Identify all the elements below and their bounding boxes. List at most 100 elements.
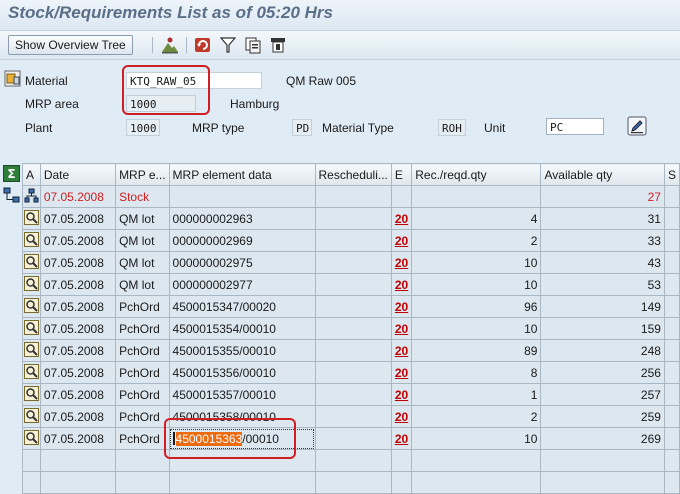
empty-cell xyxy=(540,449,665,472)
row-exception[interactable]: 20 xyxy=(390,295,413,318)
magnifier-icon[interactable] xyxy=(23,209,39,225)
row-element-data[interactable]: 000000002975 xyxy=(168,251,316,274)
column-header-mrp-element-data[interactable]: MRP element data xyxy=(168,163,316,186)
row-exception[interactable]: 20 xyxy=(390,383,413,406)
row-exception[interactable]: 20 xyxy=(390,427,413,450)
row-date: 07.05.2008 xyxy=(39,207,117,230)
magnifier-icon[interactable] xyxy=(23,407,39,423)
empty-cell xyxy=(314,471,392,494)
row-rec-reqd-qty: 10 xyxy=(411,273,542,296)
table-row[interactable]: 07.05.2008 PchOrd 4500015357/00010 20 1 257 xyxy=(22,383,680,406)
row-element-data[interactable]: 4500015357/00010 xyxy=(168,383,316,406)
mrp-type-field[interactable]: PD xyxy=(292,119,312,136)
row-detail-cell[interactable] xyxy=(22,339,41,362)
table-row[interactable]: 07.05.2008 Stock 27 xyxy=(22,185,680,208)
row-date: 07.05.2008 xyxy=(39,427,117,450)
table-row[interactable]: 07.05.2008 PchOrd 4500015347/00020 20 96 149 xyxy=(22,295,680,318)
magnifier-icon[interactable] xyxy=(23,231,39,247)
row-element-data[interactable]: 000000002969 xyxy=(168,229,316,252)
column-header-s[interactable]: S xyxy=(663,163,680,186)
material-label: Material xyxy=(25,74,68,88)
row-detail-cell[interactable] xyxy=(22,207,41,230)
plant-field[interactable]: 1000 xyxy=(126,119,160,136)
sum-icon[interactable]: Σ xyxy=(3,165,20,182)
edit-icon[interactable] xyxy=(627,116,647,136)
copy-icon[interactable] xyxy=(243,35,263,55)
row-exception[interactable]: 20 xyxy=(390,405,413,428)
row-exception[interactable]: 20 xyxy=(390,317,413,340)
magnifier-icon[interactable] xyxy=(23,363,39,379)
column-header-available-qty[interactable]: Available qty xyxy=(540,163,665,186)
table-row[interactable]: 07.05.2008 QM lot 000000002977 20 10 53 xyxy=(22,273,680,296)
row-element-data[interactable]: 000000002977 xyxy=(168,273,316,296)
row-element-data[interactable]: 000000002963 xyxy=(168,207,316,230)
row-rescheduling xyxy=(314,317,392,340)
row-s xyxy=(663,427,680,450)
table-row[interactable]: 07.05.2008 QM lot 000000002975 20 10 43 xyxy=(22,251,680,274)
table-row[interactable]: 07.05.2008 PchOrd 4500015354/00010 20 10 159 xyxy=(22,317,680,340)
row-detail-cell[interactable] xyxy=(22,427,41,450)
row-element-data[interactable]: 4500015356/00010 xyxy=(168,361,316,384)
row-rescheduling xyxy=(314,405,392,428)
stock-tree-icon[interactable] xyxy=(24,188,39,203)
column-header-date[interactable]: Date xyxy=(39,163,117,186)
table-row[interactable]: 07.05.2008 PchOrd 4500015356/00010 20 8 256 xyxy=(22,361,680,384)
row-exception[interactable]: 20 xyxy=(390,361,413,384)
row-element-data[interactable]: 4500015355/00010 xyxy=(168,339,316,362)
column-header-mrp-element[interactable]: MRP e... xyxy=(115,163,170,186)
column-header-a[interactable]: A xyxy=(22,163,41,186)
material-type-field[interactable]: ROH xyxy=(438,119,466,136)
table-row[interactable]: 07.05.2008 QM lot 000000002963 20 4 31 xyxy=(22,207,680,230)
unit-field[interactable]: PC xyxy=(546,118,604,135)
magnifier-icon[interactable] xyxy=(23,253,39,269)
row-exception[interactable]: 20 xyxy=(390,229,413,252)
refresh-icon[interactable] xyxy=(193,35,213,55)
empty-cell xyxy=(168,471,316,494)
row-exception[interactable]: 20 xyxy=(390,273,413,296)
material-header: Material KTQ_RAW_05 QM Raw 005 MRP area … xyxy=(0,60,680,160)
row-element-data[interactable]: 4500015347/00020 xyxy=(168,295,316,318)
magnifier-icon[interactable] xyxy=(23,429,39,445)
material-master-icon[interactable] xyxy=(4,70,21,87)
row-date: 07.05.2008 xyxy=(39,229,117,252)
row-exception[interactable]: 20 xyxy=(390,251,413,274)
stock-icon-cell[interactable] xyxy=(22,185,41,208)
table-row[interactable]: 07.05.2008 PchOrd 4500015355/00010 20 89 248 xyxy=(22,339,680,362)
filter-icon[interactable] xyxy=(218,35,238,55)
table-row[interactable]: 07.05.2008 PchOrd 4500015358/00010 20 2 259 xyxy=(22,405,680,428)
row-detail-cell[interactable] xyxy=(22,273,41,296)
column-header-rescheduling[interactable]: Rescheduli... xyxy=(314,163,392,186)
row-detail-cell[interactable] xyxy=(22,383,41,406)
row-detail-cell[interactable] xyxy=(22,295,41,318)
row-rec-reqd-qty: 10 xyxy=(411,251,542,274)
settings-icon[interactable] xyxy=(268,35,288,55)
person-mountain-icon[interactable] xyxy=(160,35,180,55)
column-header-rec-reqd-qty[interactable]: Rec./reqd.qty xyxy=(411,163,542,186)
magnifier-icon[interactable] xyxy=(23,275,39,291)
table-row-selected[interactable]: 07.05.2008 PchOrd 4500015363/00010 20 10 269 xyxy=(22,427,680,450)
row-detail-cell[interactable] xyxy=(22,405,41,428)
row-s xyxy=(663,405,680,428)
row-exception[interactable]: 20 xyxy=(390,339,413,362)
row-detail-cell[interactable] xyxy=(22,317,41,340)
show-overview-tree-button[interactable]: Show Overview Tree xyxy=(8,35,133,55)
row-exception[interactable]: 20 xyxy=(390,207,413,230)
empty-cell xyxy=(115,471,170,494)
empty-row xyxy=(22,471,680,494)
empty-cell xyxy=(411,471,542,494)
magnifier-icon[interactable] xyxy=(23,319,39,335)
grid-side-toolbar: Σ xyxy=(0,163,22,487)
row-detail-cell[interactable] xyxy=(22,251,41,274)
tree-structure-icon[interactable] xyxy=(3,187,20,204)
row-date: 07.05.2008 xyxy=(39,317,117,340)
magnifier-icon[interactable] xyxy=(23,297,39,313)
column-header-exception[interactable]: E xyxy=(390,163,413,186)
row-mrp-element: PchOrd xyxy=(115,383,170,406)
row-element-data[interactable]: 4500015354/00010 xyxy=(168,317,316,340)
magnifier-icon[interactable] xyxy=(23,341,39,357)
magnifier-icon[interactable] xyxy=(23,385,39,401)
row-detail-cell[interactable] xyxy=(22,361,41,384)
row-mrp-element: QM lot xyxy=(115,207,170,230)
table-row[interactable]: 07.05.2008 QM lot 000000002969 20 2 33 xyxy=(22,229,680,252)
row-detail-cell[interactable] xyxy=(22,229,41,252)
